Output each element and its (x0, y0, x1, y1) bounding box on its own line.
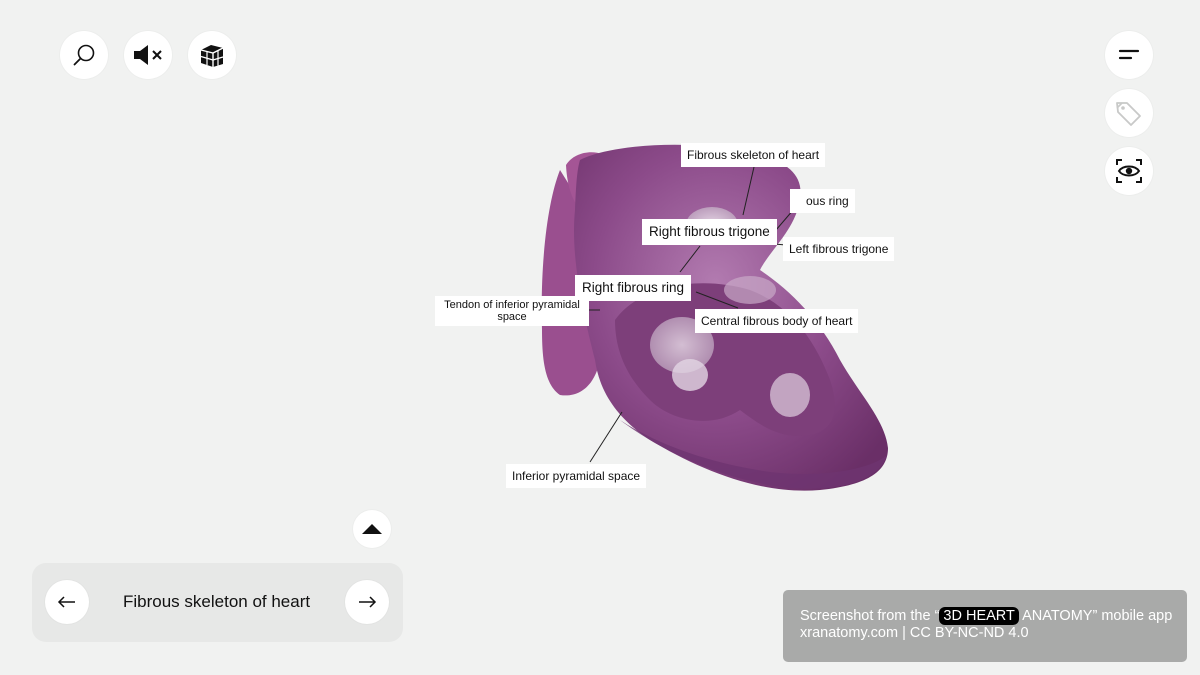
tag-icon (1116, 102, 1141, 126)
label-right-fibrous-ring[interactable]: Right fibrous ring (575, 275, 692, 301)
attribution-overlay: Screenshot from the “3D HEART ANATOMY” m… (783, 590, 1187, 662)
attribution-line-2: xranatomy.com | CC BY-NC-ND 4.0 (800, 625, 1029, 641)
menu-button[interactable] (1105, 31, 1153, 79)
navigator-title: Fibrous skeleton of heart (123, 592, 311, 611)
structure-navigator: Fibrous skeleton of heart (32, 563, 403, 642)
app-name-highlight: 3D HEART (939, 607, 1019, 625)
menu-icon (1118, 49, 1140, 60)
label-fibrous-ring-partial[interactable]: ous ring (790, 189, 855, 213)
label-inferior-pyramidal-space[interactable]: Inferior pyramidal space (506, 464, 647, 488)
mute-speaker-icon (134, 45, 162, 65)
layers-button[interactable] (188, 31, 236, 79)
label-central-fibrous-body[interactable]: Central fibrous body of heart (695, 309, 859, 333)
label-right-fibrous-trigone[interactable]: Right fibrous trigone (642, 219, 777, 245)
arrow-left-icon (57, 596, 75, 608)
attribution-prefix: Screenshot from the “ (800, 608, 940, 624)
label-left-fibrous-trigone[interactable]: Left fibrous trigone (783, 237, 895, 261)
label-fibrous-skeleton[interactable]: Fibrous skeleton of heart (681, 143, 826, 167)
label-tendon-inferior-pyramidal-space[interactable]: Tendon of inferior pyramidal space (435, 296, 589, 326)
arrow-right-icon (359, 596, 377, 608)
mute-button[interactable] (124, 31, 172, 79)
attribution-line-1: Screenshot from the “3D HEART ANATOMY” m… (800, 607, 1173, 625)
next-structure-button[interactable] (345, 580, 389, 624)
caret-up-icon (362, 524, 382, 534)
search-icon (73, 44, 95, 66)
labels-toggle-button[interactable] (1105, 89, 1153, 137)
view-mode-button[interactable] (1105, 147, 1153, 195)
cube-layers-icon (200, 45, 224, 67)
eye-scan-icon (1116, 159, 1142, 183)
search-button[interactable] (60, 31, 108, 79)
previous-structure-button[interactable] (45, 580, 89, 624)
expand-panel-button[interactable] (353, 510, 391, 548)
attribution-suffix: ANATOMY” mobile app (1018, 608, 1173, 624)
